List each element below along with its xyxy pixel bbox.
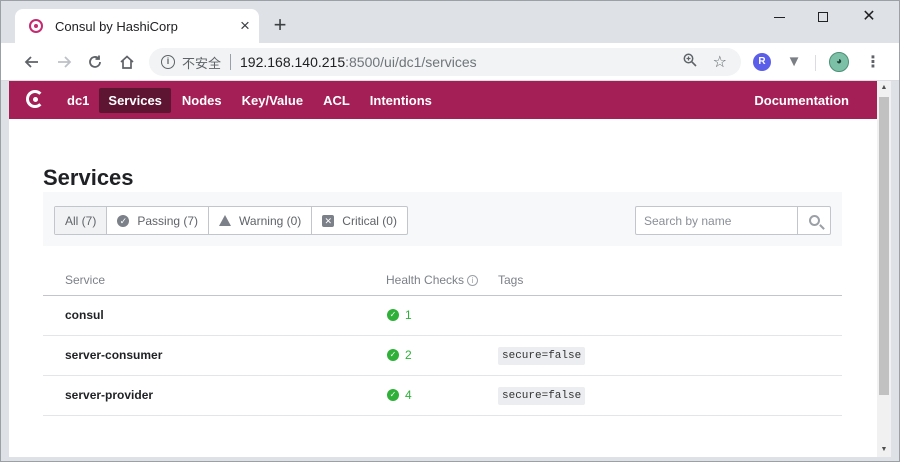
- table-row[interactable]: server-consumer ✓ 2 secure=false: [43, 336, 842, 376]
- filter-all-label: All (7): [65, 213, 97, 228]
- browser-menu-icon[interactable]: ⋮: [865, 52, 881, 72]
- url-path: :8500/ui/dc1/services: [345, 54, 477, 70]
- vertical-scrollbar[interactable]: ▲ ▼: [877, 81, 891, 457]
- service-tags: secure=false: [498, 387, 586, 405]
- header-health-label: Health Checks: [386, 273, 465, 287]
- passing-check-icon: ✓: [387, 349, 399, 361]
- table-row[interactable]: consul ✓ 1: [43, 296, 842, 336]
- health-count: 2: [405, 348, 412, 362]
- scroll-up-icon[interactable]: ▲: [877, 81, 891, 95]
- filter-passing[interactable]: ✓ Passing (7): [107, 207, 210, 234]
- page-viewport: dc1 Services Nodes Key/Value ACL Intenti…: [9, 81, 877, 457]
- forward-button[interactable]: [53, 51, 75, 73]
- arrow-right-icon: [58, 56, 72, 68]
- search-icon: [808, 215, 820, 226]
- service-name[interactable]: server-consumer: [65, 348, 162, 362]
- health-checks: ✓ 2: [387, 348, 412, 362]
- minimize-button[interactable]: [757, 5, 801, 29]
- filter-critical[interactable]: ✕ Critical (0): [312, 207, 407, 234]
- header-tags: Tags: [498, 273, 524, 287]
- header-health: Health Checks i: [386, 273, 479, 287]
- datacenter-selector[interactable]: dc1: [67, 93, 89, 108]
- tag-badge: secure=false: [498, 347, 586, 365]
- maximize-icon: [818, 12, 828, 22]
- browser-window: Consul by HashiCorp × + ✕ i 不安全 192.168.…: [0, 0, 900, 462]
- filter-bar: All (7) ✓ Passing (7) Warning (0) ✕ Critic…: [43, 192, 842, 246]
- zoom-icon[interactable]: [683, 53, 697, 70]
- nav-services[interactable]: Services: [99, 87, 171, 113]
- info-icon[interactable]: i: [161, 55, 175, 69]
- nav-acl[interactable]: ACL: [314, 88, 359, 113]
- tab-title: Consul by HashiCorp: [55, 18, 178, 34]
- reload-button[interactable]: [84, 51, 106, 73]
- service-name[interactable]: consul: [65, 308, 104, 322]
- check-circle-icon: ✓: [117, 214, 130, 227]
- search-button[interactable]: [797, 207, 830, 234]
- filter-all[interactable]: All (7): [55, 207, 108, 234]
- extension-r-icon[interactable]: R: [753, 53, 771, 71]
- nav-documentation[interactable]: Documentation: [754, 93, 849, 108]
- close-icon: ✕: [862, 8, 876, 25]
- security-label: 不安全: [182, 55, 222, 71]
- service-name[interactable]: server-provider: [65, 388, 153, 402]
- scroll-down-icon[interactable]: ▼: [877, 443, 891, 457]
- filter-warning[interactable]: Warning (0): [209, 207, 313, 234]
- reload-icon: [89, 55, 101, 68]
- address-bar[interactable]: i 不安全 192.168.140.215 :8500/ui/dc1/servi…: [149, 48, 741, 76]
- tag-badge: secure=false: [498, 387, 586, 405]
- consul-logo-icon[interactable]: [25, 89, 47, 111]
- consul-navbar: dc1 Services Nodes Key/Value ACL Intenti…: [9, 81, 877, 119]
- bookmark-star-icon[interactable]: ☆: [713, 52, 727, 72]
- warning-icon: [219, 215, 232, 226]
- home-button[interactable]: [116, 51, 138, 73]
- service-tags: secure=false: [498, 347, 586, 365]
- toolbar-separator: [815, 55, 816, 71]
- health-count: 1: [405, 308, 412, 322]
- passing-check-icon: ✓: [387, 389, 399, 401]
- filter-warning-label: Warning (0): [239, 213, 302, 228]
- address-separator: [230, 54, 232, 70]
- nav-key-value[interactable]: Key/Value: [233, 88, 312, 113]
- maximize-button[interactable]: [801, 5, 845, 29]
- close-window-button[interactable]: ✕: [847, 5, 891, 29]
- scrollbar-thumb[interactable]: [879, 97, 889, 395]
- health-checks: ✓ 4: [387, 388, 412, 402]
- info-icon[interactable]: i: [467, 275, 479, 286]
- health-filter-group: All (7) ✓ Passing (7) Warning (0) ✕ Critic…: [54, 206, 408, 235]
- page-title: Services: [43, 165, 134, 190]
- header-service: Service: [65, 273, 106, 287]
- main-nav: Services Nodes Key/Value ACL Intentions: [99, 87, 441, 113]
- filter-passing-label: Passing (7): [137, 213, 199, 228]
- browser-toolbar: i 不安全 192.168.140.215 :8500/ui/dc1/servi…: [1, 43, 899, 81]
- nav-nodes[interactable]: Nodes: [173, 88, 231, 113]
- profile-avatar[interactable]: ◕: [829, 52, 849, 72]
- nav-intentions[interactable]: Intentions: [361, 88, 441, 113]
- critical-icon: ✕: [322, 214, 335, 227]
- health-count: 4: [405, 388, 412, 402]
- services-table: Service Health Checks i Tags consul ✓ 1 se…: [43, 261, 842, 416]
- back-button[interactable]: [21, 51, 43, 73]
- consul-favicon-icon: [29, 19, 43, 33]
- minimize-icon: [773, 16, 785, 18]
- search-input[interactable]: [636, 207, 797, 234]
- tab-close-icon[interactable]: ×: [231, 16, 259, 36]
- tab-strip: Consul by HashiCorp × + ✕: [1, 1, 899, 43]
- home-icon: [120, 55, 134, 69]
- table-header: Service Health Checks i Tags: [43, 261, 842, 296]
- filter-critical-label: Critical (0): [342, 213, 397, 228]
- passing-check-icon: ✓: [387, 309, 399, 321]
- extension-v-icon[interactable]: ▼: [785, 53, 803, 71]
- health-checks: ✓ 1: [387, 308, 412, 322]
- new-tab-button[interactable]: +: [269, 13, 291, 37]
- browser-tab[interactable]: Consul by HashiCorp ×: [15, 9, 259, 43]
- table-row[interactable]: server-provider ✓ 4 secure=false: [43, 376, 842, 416]
- search-box: [635, 206, 831, 235]
- url-host: 192.168.140.215: [240, 54, 346, 70]
- arrow-left-icon: [24, 56, 38, 68]
